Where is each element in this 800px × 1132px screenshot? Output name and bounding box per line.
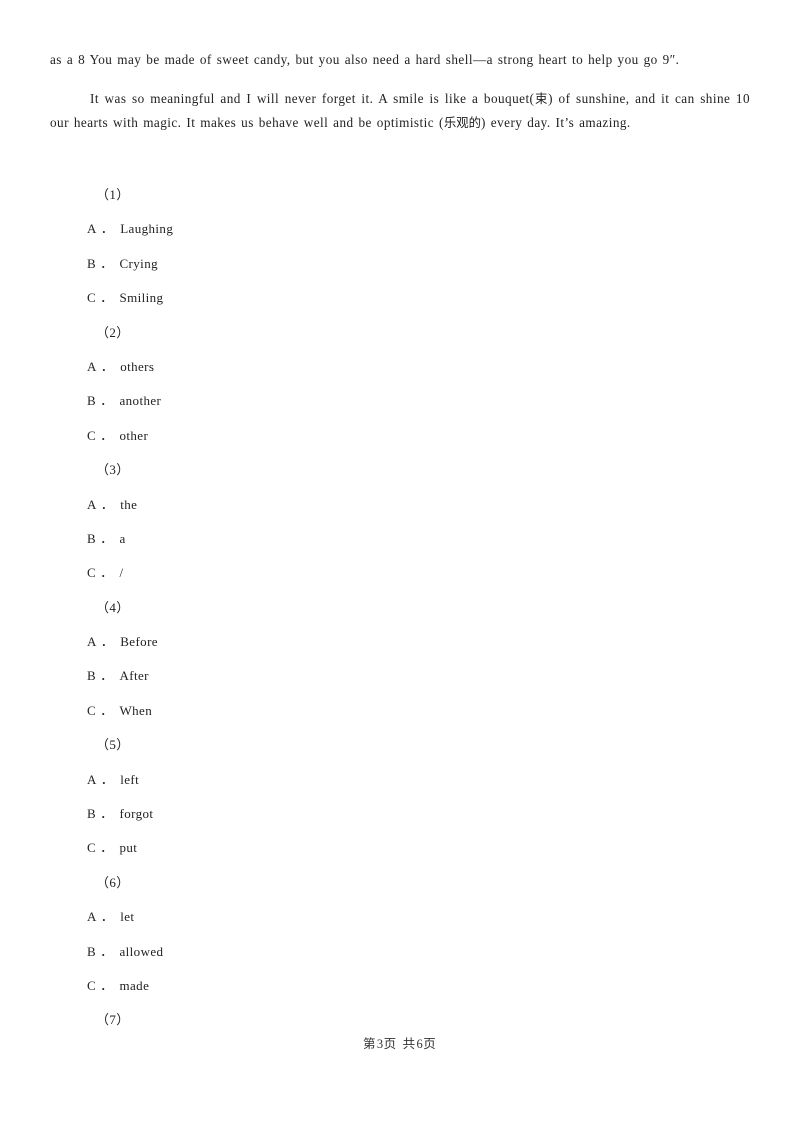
question-option[interactable]: A ． the (50, 488, 750, 522)
option-label: made (119, 977, 150, 993)
option-separator: ． (100, 255, 114, 271)
question-number: （1） (96, 187, 130, 202)
option-letter: B (87, 530, 97, 546)
option-label: a (119, 530, 126, 546)
question-number: （2） (96, 324, 130, 340)
option-letter: A (87, 634, 97, 650)
option-letter: C (87, 427, 97, 443)
option-letter: A (87, 358, 97, 374)
question-block: （3） A ． the B ． a C ． / (50, 453, 750, 591)
option-label: others (120, 358, 155, 374)
option-separator: ． (100, 427, 114, 443)
question-option[interactable]: A ． others (50, 350, 750, 384)
option-separator: ． (100, 393, 114, 409)
option-label: Smiling (119, 290, 164, 306)
question-option[interactable]: A ． left (50, 763, 750, 797)
option-letter: C (87, 840, 97, 856)
footer-prefix: 第 (363, 1036, 377, 1051)
question-option[interactable]: A ． Before (50, 625, 750, 659)
option-label: another (119, 393, 162, 409)
option-label: Laughing (120, 221, 174, 237)
option-letter: B (87, 806, 97, 822)
question-number: （5） (96, 737, 130, 753)
option-label: Crying (119, 255, 158, 271)
question-option[interactable]: C ． / (50, 556, 750, 590)
question-option[interactable]: B ． Crying (50, 247, 750, 281)
option-letter: B (87, 255, 97, 271)
footer-middle: 页 共 (383, 1036, 417, 1051)
question-option[interactable]: B ． another (50, 384, 750, 418)
option-letter: C (87, 290, 97, 306)
option-label: forgot (119, 806, 154, 822)
question-number: （4） (96, 599, 130, 615)
option-letter: A (87, 909, 97, 925)
question-option[interactable]: A ． let (50, 900, 750, 934)
question-option[interactable]: B ． forgot (50, 797, 750, 831)
footer-suffix: 页 (423, 1036, 437, 1051)
question-option[interactable]: C ． other (50, 419, 750, 453)
question-list: （1） A ． Laughing B ． Crying C ． Smiling （2） A ．… (50, 178, 750, 1038)
option-label: the (120, 496, 138, 512)
question-block: （4） A ． Before B ． After C ． When (50, 591, 750, 729)
option-label: other (119, 427, 149, 443)
option-letter: C (87, 702, 97, 718)
option-letter: A (87, 771, 97, 787)
option-separator: ． (100, 530, 114, 546)
question-option[interactable]: C ． When (50, 694, 750, 728)
option-letter: C (87, 977, 97, 993)
option-separator: ． (100, 840, 114, 856)
option-letter: C (87, 565, 97, 581)
option-letter: A (87, 221, 97, 237)
question-block: （6） A ． let B ． allowed C ． made (50, 866, 750, 1004)
passage-paragraph-2-chinese-gloss-2: 乐观的 (443, 115, 482, 130)
option-letter: A (87, 496, 97, 512)
question-option[interactable]: C ． made (50, 969, 750, 1003)
option-separator: ． (100, 702, 114, 718)
option-label: Before (120, 634, 158, 650)
option-letter: B (87, 943, 97, 959)
passage-paragraph-2: It was so meaningful and I will never fo… (50, 87, 750, 135)
option-label: let (120, 909, 135, 925)
option-letter: B (87, 668, 97, 684)
option-separator: ． (100, 221, 115, 237)
option-separator: ． (100, 909, 115, 925)
footer-current-page: 3 (376, 1037, 384, 1051)
option-separator: ． (100, 565, 114, 581)
option-separator: ． (100, 358, 115, 374)
question-number: （3） (96, 462, 130, 478)
option-separator: ． (100, 977, 114, 993)
option-letter: B (87, 393, 97, 409)
passage-text-block: as a 8 You may be made of sweet candy, b… (50, 48, 750, 135)
option-separator: ． (100, 634, 115, 650)
question-block: （5） A ． left B ． forgot C ． put (50, 728, 750, 866)
option-separator: ． (100, 771, 115, 787)
question-option[interactable]: B ． allowed (50, 935, 750, 969)
page-footer: 第3页 共6页 (0, 1033, 800, 1052)
option-label: left (120, 771, 140, 787)
question-option[interactable]: C ． put (50, 831, 750, 865)
passage-paragraph-2-part-c: ) every day. It’s amazing. (481, 115, 631, 130)
question-option[interactable]: B ． a (50, 522, 750, 556)
question-option[interactable]: B ． After (50, 659, 750, 693)
option-separator: ． (100, 806, 114, 822)
option-label: When (119, 702, 153, 718)
option-label: put (119, 840, 138, 856)
question-block: （2） A ． others B ． another C ． other (50, 316, 750, 454)
option-label: allowed (119, 943, 164, 959)
question-block: （1） A ． Laughing B ． Crying C ． Smiling (50, 178, 750, 316)
document-page: as a 8 You may be made of sweet candy, b… (0, 0, 800, 1132)
question-option[interactable]: C ． Smiling (50, 281, 750, 315)
question-number: （6） (96, 874, 130, 890)
option-label: After (119, 668, 149, 684)
option-separator: ． (100, 496, 115, 512)
passage-paragraph-1: as a 8 You may be made of sweet candy, b… (50, 52, 680, 67)
option-label: / (119, 565, 124, 581)
option-separator: ． (100, 943, 114, 959)
option-separator: ． (100, 668, 114, 684)
passage-paragraph-2-part-a: It was so meaningful and I will never fo… (90, 91, 535, 106)
option-separator: ． (100, 290, 114, 306)
passage-paragraph-2-chinese-gloss-1: 束 (534, 91, 549, 106)
question-option[interactable]: A ． Laughing (50, 212, 750, 246)
